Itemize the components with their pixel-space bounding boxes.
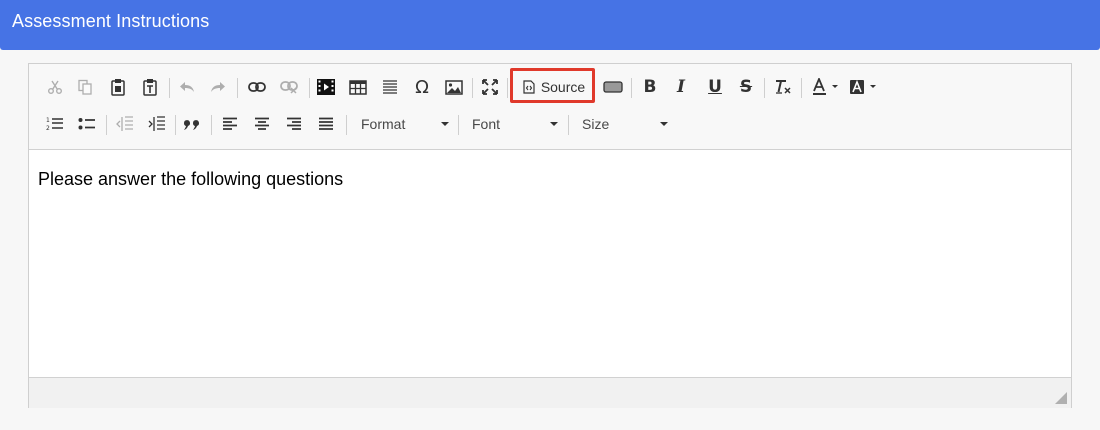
copy-icon[interactable] [72, 74, 98, 100]
bulleted-list-icon[interactable] [74, 111, 100, 137]
toolbar-separator [472, 78, 473, 98]
toolbar-separator [237, 78, 238, 98]
toolbar-separator [106, 115, 107, 135]
background-color-icon[interactable] [847, 74, 881, 100]
source-icon [523, 80, 535, 94]
table-icon[interactable] [345, 74, 371, 100]
toolbar-separator [568, 115, 569, 135]
font-dropdown-label: Font [472, 116, 501, 132]
align-left-icon[interactable] [217, 111, 243, 137]
toolbar-separator [764, 78, 765, 98]
size-dropdown-label: Size [582, 116, 610, 132]
resize-grip-icon[interactable] [1055, 392, 1067, 404]
toolbar-separator [631, 78, 632, 98]
chevron-down-icon [660, 122, 668, 126]
source-button[interactable]: Source [513, 72, 595, 102]
page-header: Assessment Instructions [0, 0, 1100, 50]
toolbar-row-1: Ω Source B I U S [29, 68, 1071, 104]
toolbar-separator [175, 115, 176, 135]
chevron-down-icon [550, 122, 558, 126]
toolbar-row-2: 12 Format Font Size [29, 109, 1071, 141]
chevron-down-icon [441, 122, 449, 126]
cut-icon[interactable] [42, 74, 68, 100]
font-dropdown[interactable]: Font [470, 110, 558, 138]
toolbar-separator [211, 115, 212, 135]
toolbar-separator [507, 78, 508, 98]
unlink-icon[interactable] [276, 74, 302, 100]
maximize-icon[interactable] [477, 74, 503, 100]
link-icon[interactable] [244, 74, 270, 100]
align-center-icon[interactable] [249, 111, 275, 137]
editor-toolbar: Ω Source B I U S 1 2 Format Font Size [29, 64, 1071, 150]
toolbar-separator [169, 78, 170, 98]
editor-text[interactable]: Please answer the following questions [38, 169, 343, 190]
justify-icon[interactable] [313, 111, 339, 137]
source-button-label: Source [540, 79, 586, 95]
align-right-icon[interactable] [281, 111, 307, 137]
size-dropdown[interactable]: Size [580, 110, 668, 138]
editor-content-area[interactable]: Please answer the following questions [29, 150, 1071, 376]
toolbar-separator [346, 115, 347, 135]
editor-status-bar [29, 377, 1071, 408]
svg-text:2: 2 [46, 125, 50, 132]
bold-icon[interactable]: B [637, 74, 663, 100]
paste-text-icon[interactable] [137, 74, 163, 100]
numbered-list-icon[interactable]: 12 [42, 111, 68, 137]
toolbar-separator [801, 78, 802, 98]
video-icon[interactable] [313, 74, 339, 100]
rich-text-editor: Ω Source B I U S 1 2 Format Font Size Pl… [28, 63, 1072, 408]
undo-icon[interactable] [174, 74, 200, 100]
special-char-icon[interactable]: Ω [409, 74, 435, 100]
toolbar-separator [309, 78, 310, 98]
format-dropdown-label: Format [361, 116, 406, 132]
toolbar-separator [458, 115, 459, 135]
text-color-icon[interactable] [809, 74, 843, 100]
strikethrough-icon[interactable]: S [733, 74, 759, 100]
remove-format-icon[interactable] [770, 74, 796, 100]
page-title: Assessment Instructions [12, 11, 210, 31]
underline-icon[interactable]: U [702, 74, 728, 100]
decrease-indent-icon[interactable] [112, 111, 138, 137]
image-icon[interactable] [441, 74, 467, 100]
horizontal-line-icon[interactable] [377, 74, 403, 100]
preview-icon[interactable] [600, 74, 626, 100]
redo-icon[interactable] [205, 74, 231, 100]
paste-icon[interactable] [105, 74, 131, 100]
increase-indent-icon[interactable] [144, 111, 170, 137]
italic-icon[interactable]: I [668, 74, 694, 100]
format-dropdown[interactable]: Format [359, 110, 449, 138]
svg-text:1: 1 [46, 117, 50, 124]
blockquote-icon[interactable] [179, 111, 205, 137]
